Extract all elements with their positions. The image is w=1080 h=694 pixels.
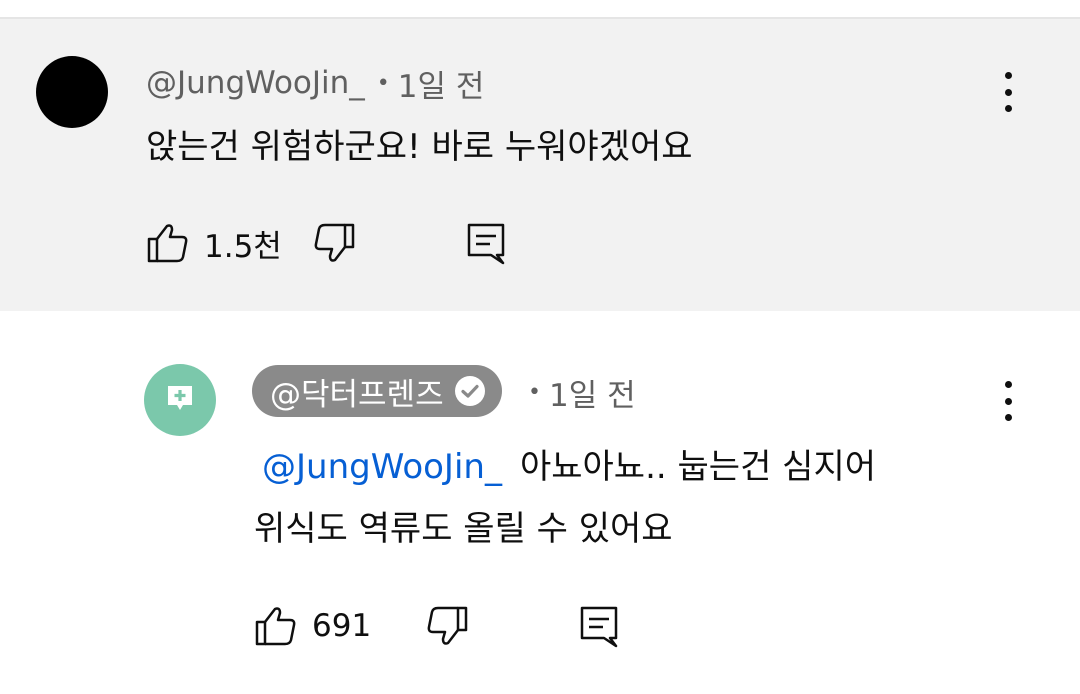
- avatar[interactable]: [36, 56, 108, 128]
- comment-meta: @JungWooJin_ • 1일 전: [146, 63, 485, 105]
- channel-owner-chip[interactable]: @닥터프렌즈: [252, 365, 502, 417]
- mention-link[interactable]: @JungWooJin_: [262, 447, 502, 487]
- more-vert-icon[interactable]: [1002, 72, 1014, 112]
- reply-text-line2: 위식도 역류도 올릴 수 있어요: [254, 509, 673, 549]
- more-vert-icon[interactable]: [1002, 381, 1014, 421]
- thumb-down-icon[interactable]: [425, 604, 469, 648]
- thumb-up-icon[interactable]: [254, 604, 298, 648]
- meta-separator: •: [528, 379, 541, 405]
- top-divider: [0, 0, 1080, 19]
- comment-actions: 1.5천: [146, 219, 508, 267]
- comment-reply-icon[interactable]: [577, 604, 621, 648]
- meta-separator: •: [376, 70, 390, 96]
- comment-text: 앉는건 위험하군요! 바로 누워야겠어요: [146, 127, 693, 167]
- highlighted-comment: @JungWooJin_ • 1일 전 앉는건 위험하군요! 바로 누워야겠어요…: [0, 19, 1080, 311]
- comment-reply-icon[interactable]: [464, 221, 508, 265]
- reply-actions: 691: [254, 602, 621, 650]
- comment-time: 1일 전: [397, 68, 485, 105]
- channel-avatar[interactable]: [144, 364, 216, 436]
- like-count: 1.5천: [204, 228, 282, 265]
- comments-panel: @JungWooJin_ • 1일 전 앉는건 위험하군요! 바로 누워야겠어요…: [0, 0, 1080, 694]
- channel-plus-icon: [165, 383, 195, 417]
- thumb-up-icon[interactable]: [146, 221, 190, 265]
- reply-text: @JungWooJin_ 아뇨아뇨.. 눕는건 심지어 위식도 역류도 올릴 수 …: [254, 436, 1014, 560]
- thumb-down-icon[interactable]: [312, 221, 356, 265]
- like-count: 691: [312, 608, 372, 644]
- verified-check-icon: [454, 375, 486, 407]
- reply-text-line1: 아뇨아뇨.. 눕는건 심지어: [519, 447, 876, 487]
- comment-author[interactable]: @JungWooJin_: [146, 65, 365, 101]
- reply-meta: • 1일 전: [528, 372, 636, 414]
- reply-time: 1일 전: [548, 377, 636, 414]
- reply-author: @닥터프렌즈: [270, 376, 444, 413]
